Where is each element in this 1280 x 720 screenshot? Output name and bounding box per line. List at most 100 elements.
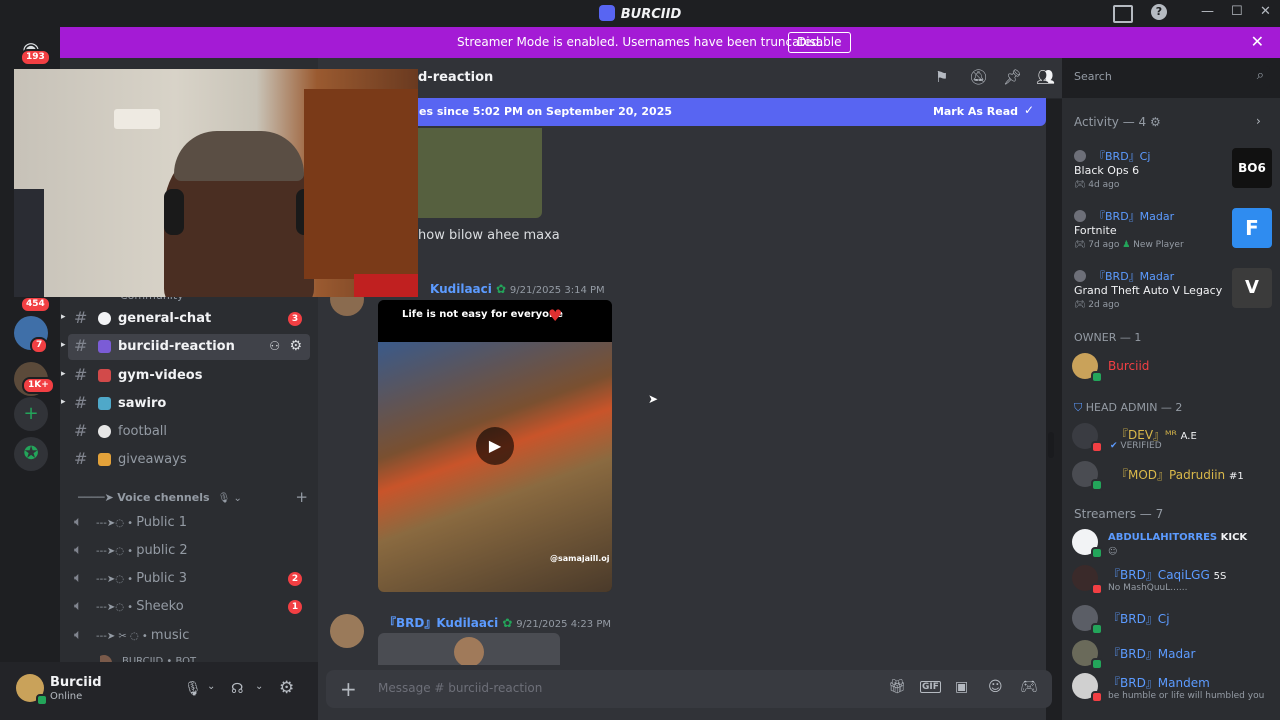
voice-channel[interactable]: 🔈︎ ---➤◌ • Public 3 2: [68, 566, 310, 592]
chevron-down-icon[interactable]: ⌄: [207, 681, 215, 692]
streamer-mode-banner: Streamer Mode is enabled. Usernames have…: [60, 27, 1280, 58]
chevron-down-icon[interactable]: ⌄: [255, 681, 263, 692]
gift-icon: [98, 453, 111, 466]
activity-card[interactable]: 『BRD』Cj Black Ops 6 🎮︎ 4d ago BO6: [1074, 148, 1272, 200]
admin-header: ⛉ HEAD ADMIN — 2: [1074, 401, 1183, 414]
chevron-right-icon: ▸: [61, 312, 66, 322]
message-author[interactable]: 『BRD』Kudilaaci: [384, 616, 498, 630]
new-messages-bar[interactable]: es since 5:02 PM on September 20, 2025 M…: [411, 98, 1046, 126]
member-row[interactable]: ABDULLAHITORRES KICK ☺: [1072, 528, 1272, 562]
member-row[interactable]: 『BRD』Mandem be humble or life will humbl…: [1072, 672, 1272, 706]
discover-icon[interactable]: ✪: [14, 437, 48, 471]
server-badge: 7: [30, 337, 49, 354]
channel-burciid-reaction[interactable]: ▸ # burciid-reaction ⚇ ⚙: [61, 334, 310, 360]
voice-channel[interactable]: 🔈︎ ---➤◌ • Sheeko 1: [68, 594, 310, 620]
clapper-icon: [98, 340, 111, 353]
channel-gym-videos[interactable]: ▸ # gym-videos: [61, 363, 310, 389]
inbox-icon[interactable]: [1113, 5, 1133, 23]
owner-header: OWNER — 1: [1074, 331, 1142, 344]
sticker-icon[interactable]: ▣: [955, 679, 968, 695]
close-icon[interactable]: ✕: [1251, 32, 1264, 51]
pin-icon[interactable]: 📌︎: [1003, 68, 1022, 86]
mute-notifications-icon[interactable]: 🔕︎: [969, 68, 988, 86]
message-input[interactable]: Message # burciid-reaction: [378, 681, 542, 695]
speaker-icon: 🔈︎: [74, 627, 83, 643]
mark-read-icon: ✓: [1023, 103, 1034, 117]
member-row[interactable]: Burciid: [1072, 352, 1272, 386]
threads-icon[interactable]: ⚑: [935, 68, 948, 86]
add-server-icon[interactable]: +: [14, 397, 48, 431]
gif-icon[interactable]: GIF: [920, 681, 941, 693]
message-header: 『BRD』Kudilaaci ✿ 9/21/2025 4:23 PM: [384, 614, 611, 631]
avatar: [1074, 210, 1086, 222]
chevron-right-icon: ▸: [61, 397, 66, 407]
headphones-icon[interactable]: ☊: [231, 681, 243, 697]
server-badge: 454: [20, 296, 51, 313]
channel-general-chat[interactable]: ▸ # general-chat 3: [61, 306, 310, 332]
mark-as-read-button[interactable]: Mark As Read: [933, 105, 1018, 118]
streamer-mode-text: Streamer Mode is enabled. Usernames have…: [457, 35, 823, 49]
chevron-right-icon[interactable]: ›: [1256, 114, 1261, 128]
streamers-header: Streamers — 7: [1074, 507, 1164, 521]
minimize-icon[interactable]: —: [1201, 4, 1214, 19]
game-thumbnail: V: [1232, 268, 1272, 308]
member-row[interactable]: 『BRD』Cj: [1072, 604, 1272, 638]
member-row[interactable]: 『MOD』Padrudiin #1: [1072, 460, 1272, 494]
wooden-door: [304, 89, 418, 279]
channel-football[interactable]: # football: [68, 419, 310, 445]
online-status-icon: [1091, 623, 1103, 635]
add-attachment-icon[interactable]: +: [340, 677, 357, 701]
search-input[interactable]: Search ⌕: [1066, 66, 1270, 88]
air-conditioner: [114, 109, 160, 129]
voice-channel[interactable]: 🔈︎ ---➤◌ • public 2: [68, 538, 310, 564]
activity-card[interactable]: 『BRD』Madar Grand Theft Auto V Legacy 🎮︎ …: [1074, 268, 1272, 320]
activity-header: Activity — 4 ⚙: [1074, 115, 1161, 129]
game-icon: 🎮︎: [1074, 180, 1089, 190]
member-row[interactable]: 『BRD』Madar: [1072, 639, 1272, 673]
activities-icon[interactable]: 🎮︎: [1020, 679, 1038, 695]
badge-icon: ✿: [496, 282, 510, 296]
activity-card[interactable]: 『BRD』Madar Fortnite 🎮︎ 7d ago ♟ New Play…: [1074, 208, 1272, 260]
window-title: BURCIID: [0, 5, 1280, 22]
voice-count-badge: 1: [288, 600, 302, 614]
message-text: how bilow ahee maxa: [418, 228, 560, 243]
mouse-cursor-icon: ➤: [648, 392, 659, 406]
voice-category[interactable]: ────➤ Voice chennels 🎙︎ ⌄ +: [78, 488, 308, 506]
hash-icon: #: [74, 365, 88, 384]
server-badge: 1K+: [22, 377, 55, 394]
message-composer[interactable]: + Message # burciid-reaction 🎁︎ GIF ▣ ☺ …: [326, 670, 1052, 708]
member-row[interactable]: 『DEV』ᴹᴿ A.E ✔ VERIFIED: [1072, 422, 1272, 456]
voice-channel[interactable]: 🔈︎ ---➤ ✂ ◌ • music: [68, 623, 310, 649]
avatar[interactable]: [330, 614, 364, 648]
channel-giveaways[interactable]: # giveaways: [68, 447, 310, 473]
avatar: [1074, 270, 1086, 282]
help-icon[interactable]: ?: [1151, 4, 1167, 20]
member-list-icon[interactable]: 👥︎: [1036, 68, 1055, 86]
maximize-icon[interactable]: ☐: [1231, 4, 1243, 19]
play-icon[interactable]: ▶: [476, 427, 514, 465]
gift-icon[interactable]: 🎁︎: [888, 679, 906, 695]
channel-sawiro[interactable]: ▸ # sawiro: [61, 391, 310, 417]
message-timestamp: 9/21/2025 4:23 PM: [516, 619, 611, 630]
message-author[interactable]: Kudilaaci: [430, 282, 492, 296]
gear-icon[interactable]: ⚙: [1150, 115, 1161, 129]
video-attachment[interactable]: Life is not easy for everyone ♥ ▶ @samaj…: [378, 300, 612, 592]
user-status: Online: [50, 691, 83, 702]
home-badge: 193: [20, 49, 51, 66]
gear-icon[interactable]: ⚙: [289, 338, 302, 354]
close-window-icon[interactable]: ✕: [1260, 4, 1271, 19]
image-attachment[interactable]: [378, 633, 560, 665]
microphone-icon[interactable]: 🎙︎: [184, 681, 202, 697]
chevron-right-icon: ▸: [61, 340, 66, 350]
emoji-icon[interactable]: ☺: [988, 679, 1003, 695]
disable-streamer-button[interactable]: Disable: [788, 32, 851, 53]
member-row[interactable]: 『BRD』CaqiLGG 5S No MashQuuL......: [1072, 564, 1272, 598]
settings-gear-icon[interactable]: ⚙: [279, 678, 294, 698]
chat-scrollbar[interactable]: [1048, 432, 1054, 458]
invite-icon[interactable]: ⚇: [269, 339, 280, 353]
add-channel-icon[interactable]: +: [295, 488, 308, 506]
channel-header: d-reaction ⚑ 🔕︎ 📌︎ 👥︎: [318, 58, 1062, 99]
online-status-icon: [1091, 547, 1103, 559]
voice-channel[interactable]: 🔈︎ ---➤◌ • Public 1: [68, 510, 310, 536]
image-attachment[interactable]: [418, 128, 542, 218]
